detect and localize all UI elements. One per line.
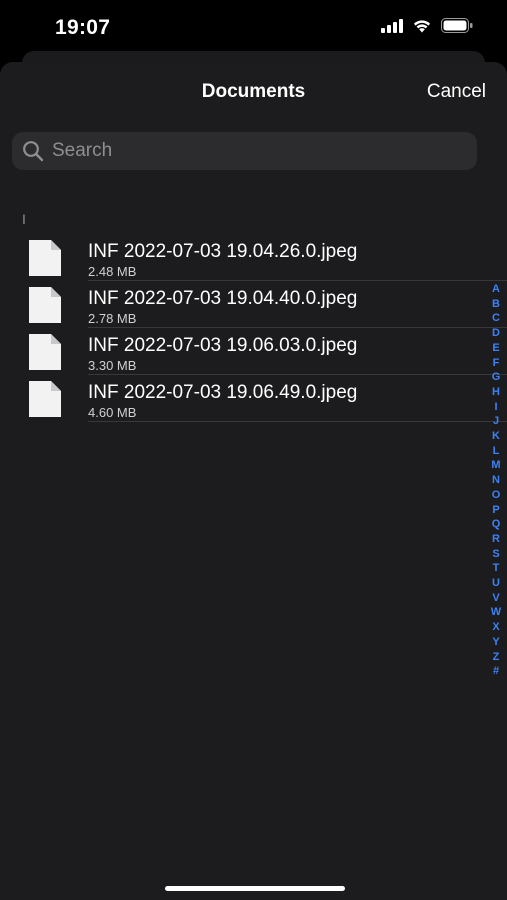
file-row[interactable]: INF 2022-07-03 19.06.49.0.jpeg 4.60 MB [0,375,507,422]
index-letter[interactable]: Z [493,650,500,665]
index-letter[interactable]: O [492,488,501,503]
file-row[interactable]: INF 2022-07-03 19.04.26.0.jpeg 2.48 MB [0,234,507,281]
sheet-header: Documents Cancel [0,62,507,122]
index-letter[interactable]: # [493,664,499,679]
index-letter[interactable]: F [493,356,500,371]
index-letter[interactable]: S [492,547,499,562]
index-letter[interactable]: G [492,370,501,385]
alphabet-index[interactable]: A B C D E F G H I J K L M N O P Q R S T U V W X Y Z # [489,282,503,679]
file-name: INF 2022-07-03 19.04.26.0.jpeg [88,241,358,262]
search-placeholder: Search [52,140,113,161]
cellular-signal-icon [381,18,403,33]
index-letter[interactable]: T [493,561,500,576]
document-icon [29,381,61,417]
status-bar: 19:07 [0,0,507,56]
index-letter[interactable]: Q [492,517,501,532]
index-letter[interactable]: Y [492,635,499,650]
index-letter[interactable]: U [492,576,500,591]
file-row[interactable]: INF 2022-07-03 19.06.03.0.jpeg 3.30 MB [0,328,507,375]
cancel-button[interactable]: Cancel [427,81,486,103]
document-icon [29,287,61,323]
status-time: 19:07 [55,16,111,39]
index-letter[interactable]: I [494,400,497,415]
file-size: 2.78 MB [88,311,137,326]
battery-icon [441,18,473,33]
index-letter[interactable]: E [492,341,499,356]
row-divider [88,421,507,422]
index-letter[interactable]: W [491,605,501,620]
index-letter[interactable]: M [491,458,500,473]
wifi-icon [412,18,432,33]
search-icon [23,141,44,162]
document-icon [29,240,61,276]
file-row[interactable]: INF 2022-07-03 19.04.40.0.jpeg 2.78 MB [0,281,507,328]
file-name: INF 2022-07-03 19.06.03.0.jpeg [88,335,358,356]
file-size: 2.48 MB [88,264,137,279]
index-letter[interactable]: K [492,429,500,444]
search-input[interactable]: Search [12,132,477,170]
index-letter[interactable]: D [492,326,500,341]
file-size: 4.60 MB [88,405,137,420]
index-letter[interactable]: J [493,414,499,429]
index-letter[interactable]: C [492,311,500,326]
status-icons [381,18,473,33]
index-letter[interactable]: A [492,282,500,297]
index-letter[interactable]: R [492,532,500,547]
index-letter[interactable]: X [492,620,499,635]
file-list: INF 2022-07-03 19.04.26.0.jpeg 2.48 MB INF… [0,234,507,422]
index-letter[interactable]: L [493,444,500,459]
index-letter[interactable]: P [492,503,499,518]
index-letter[interactable]: V [492,591,499,606]
section-header: I [22,211,26,227]
home-indicator[interactable] [165,886,345,891]
document-icon [29,334,61,370]
file-name: INF 2022-07-03 19.06.49.0.jpeg [88,382,358,403]
file-size: 3.30 MB [88,358,137,373]
index-letter[interactable]: H [492,385,500,400]
file-name: INF 2022-07-03 19.04.40.0.jpeg [88,288,358,309]
index-letter[interactable]: B [492,297,500,312]
documents-sheet: Documents Cancel Search I INF 2022-07-03… [0,62,507,900]
index-letter[interactable]: N [492,473,500,488]
